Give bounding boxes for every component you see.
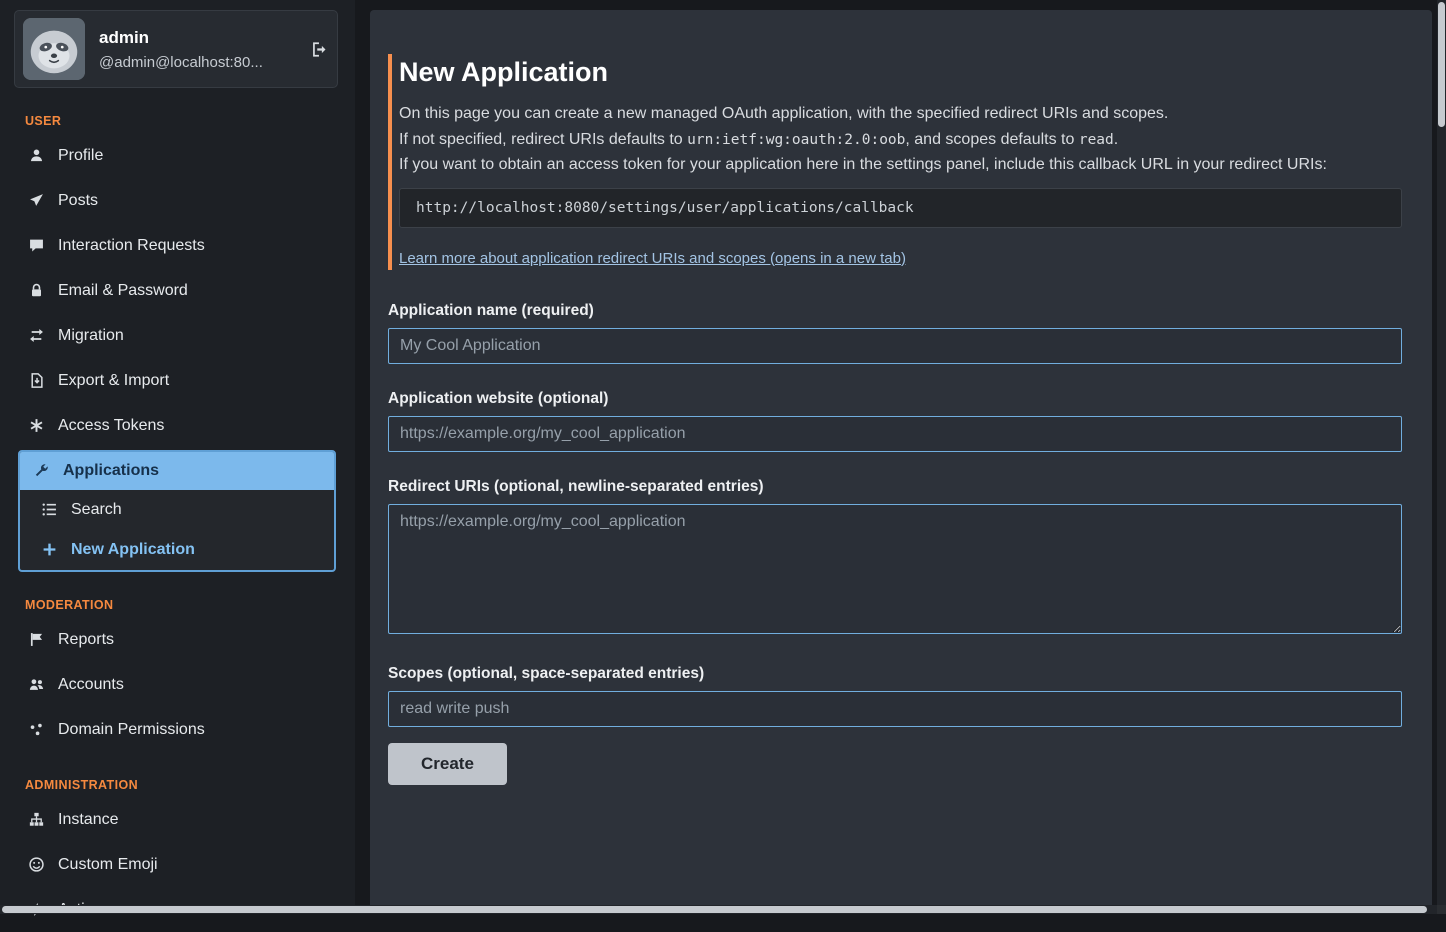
sidebar-item-label: Export & Import bbox=[58, 371, 169, 390]
inline-code-oob: urn:ietf:wg:oauth:2.0:oob bbox=[687, 132, 905, 148]
sidebar-item-custom-emoji[interactable]: Custom Emoji bbox=[0, 842, 355, 887]
lock-icon bbox=[29, 283, 44, 298]
redirect-uris-textarea[interactable] bbox=[388, 504, 1402, 634]
application-name-label: Application name (required) bbox=[388, 302, 1402, 320]
sidebar-item-label: Domain Permissions bbox=[58, 720, 205, 739]
application-website-label: Application website (optional) bbox=[388, 390, 1402, 408]
sidebar-item-label: Access Tokens bbox=[58, 416, 164, 435]
sidebar-item-accounts[interactable]: Accounts bbox=[0, 662, 355, 707]
intro-text-segment: , and scopes defaults to bbox=[905, 131, 1078, 148]
plus-icon bbox=[42, 542, 57, 557]
sitemap-icon bbox=[29, 812, 44, 827]
sidebar-item-instance[interactable]: Instance bbox=[0, 797, 355, 842]
sidebar-nav-moderation: Reports Accounts Domain Permissions bbox=[0, 617, 355, 752]
sidebar-nav-user: Profile Posts Interaction Requests Email… bbox=[0, 133, 355, 572]
sidebar-item-label: Posts bbox=[58, 191, 98, 210]
app-root: admin @admin@localhost:80... USER Profil… bbox=[0, 0, 1446, 914]
scopes-input[interactable] bbox=[388, 691, 1402, 727]
sidebar-item-interaction-requests[interactable]: Interaction Requests bbox=[0, 223, 355, 268]
sidebar-item-label: Custom Emoji bbox=[58, 855, 158, 874]
horizontal-scrollbar-track[interactable] bbox=[0, 905, 1437, 914]
sidebar-item-label: Instance bbox=[58, 810, 118, 829]
sidebar-item-new-application[interactable]: New Application bbox=[20, 530, 334, 570]
sidebar: admin @admin@localhost:80... USER Profil… bbox=[0, 0, 355, 914]
user-icon bbox=[29, 148, 44, 163]
sidebar-item-email-password[interactable]: Email & Password bbox=[0, 268, 355, 313]
user-handle: @admin@localhost:80... bbox=[99, 54, 263, 71]
list-icon bbox=[42, 502, 57, 517]
sloth-avatar-image bbox=[23, 18, 85, 80]
section-header-administration: ADMINISTRATION bbox=[25, 778, 355, 792]
learn-more-link[interactable]: Learn more about application redirect UR… bbox=[399, 250, 906, 267]
application-name-input[interactable] bbox=[388, 328, 1402, 364]
sidebar-item-profile[interactable]: Profile bbox=[0, 133, 355, 178]
username: admin bbox=[99, 28, 263, 48]
sidebar-item-posts[interactable]: Posts bbox=[0, 178, 355, 223]
redirect-uris-label: Redirect URIs (optional, newline-separat… bbox=[388, 478, 1402, 496]
application-website-input[interactable] bbox=[388, 416, 1402, 452]
new-application-form: Application name (required) Application … bbox=[388, 302, 1402, 785]
sidebar-item-label: Reports bbox=[58, 630, 114, 649]
new-application-panel: New Application On this page you can cre… bbox=[370, 10, 1432, 914]
sidebar-item-label: Migration bbox=[58, 326, 124, 345]
user-meta: admin @admin@localhost:80... bbox=[99, 28, 263, 71]
intro-text-segment: . bbox=[1114, 131, 1118, 148]
main-area: New Application On this page you can cre… bbox=[355, 0, 1446, 914]
sidebar-item-label: Search bbox=[71, 500, 122, 519]
sidebar-item-reports[interactable]: Reports bbox=[0, 617, 355, 662]
sidebar-item-label: Applications bbox=[63, 461, 159, 480]
section-header-user: USER bbox=[25, 114, 355, 128]
comment-icon bbox=[29, 238, 44, 253]
sidebar-item-access-tokens[interactable]: Access Tokens bbox=[0, 403, 355, 448]
sidebar-item-label: Email & Password bbox=[58, 281, 188, 300]
users-icon bbox=[29, 677, 44, 692]
tools-icon bbox=[34, 463, 49, 478]
applications-group: Applications Search New Application bbox=[18, 450, 336, 572]
page-title: New Application bbox=[399, 56, 1402, 88]
dots-icon bbox=[29, 722, 44, 737]
scopes-label: Scopes (optional, space-separated entrie… bbox=[388, 665, 1402, 683]
transfer-icon bbox=[29, 328, 44, 343]
sidebar-item-label: New Application bbox=[71, 540, 195, 559]
flag-icon bbox=[29, 632, 44, 647]
intro-line3: If you want to obtain an access token fo… bbox=[399, 153, 1402, 178]
intro-text-segment: If not specified, redirect URIs defaults… bbox=[399, 131, 687, 148]
callback-url-code: http://localhost:8080/settings/user/appl… bbox=[399, 188, 1402, 228]
sidebar-item-export-import[interactable]: Export & Import bbox=[0, 358, 355, 403]
file-export-icon bbox=[29, 373, 44, 388]
sidebar-item-migration[interactable]: Migration bbox=[0, 313, 355, 358]
vertical-scrollbar-thumb[interactable] bbox=[1438, 2, 1445, 127]
scrollbar-corner bbox=[1437, 905, 1446, 914]
sidebar-item-label: Accounts bbox=[58, 675, 124, 694]
sidebar-item-applications[interactable]: Applications bbox=[20, 452, 334, 490]
sidebar-item-domain-permissions[interactable]: Domain Permissions bbox=[0, 707, 355, 752]
user-card: admin @admin@localhost:80... bbox=[14, 10, 338, 88]
create-button[interactable]: Create bbox=[388, 743, 507, 785]
sidebar-item-search[interactable]: Search bbox=[20, 490, 334, 530]
horizontal-scrollbar-thumb[interactable] bbox=[2, 906, 1427, 913]
intro-line1: On this page you can create a new manage… bbox=[399, 102, 1402, 127]
logout-icon[interactable] bbox=[312, 42, 327, 57]
paper-plane-icon bbox=[29, 193, 44, 208]
asterisk-icon bbox=[29, 418, 44, 433]
vertical-scrollbar-track[interactable] bbox=[1437, 0, 1446, 905]
section-header-moderation: MODERATION bbox=[25, 598, 355, 612]
avatar bbox=[23, 18, 85, 80]
sidebar-item-label: Profile bbox=[58, 146, 103, 165]
intro-block: New Application On this page you can cre… bbox=[388, 54, 1402, 270]
sidebar-item-label: Interaction Requests bbox=[58, 236, 205, 255]
inline-code-read: read bbox=[1079, 132, 1114, 148]
intro-line2: If not specified, redirect URIs defaults… bbox=[399, 128, 1402, 153]
applications-submenu: Search New Application bbox=[20, 490, 334, 570]
smile-icon bbox=[29, 857, 44, 872]
